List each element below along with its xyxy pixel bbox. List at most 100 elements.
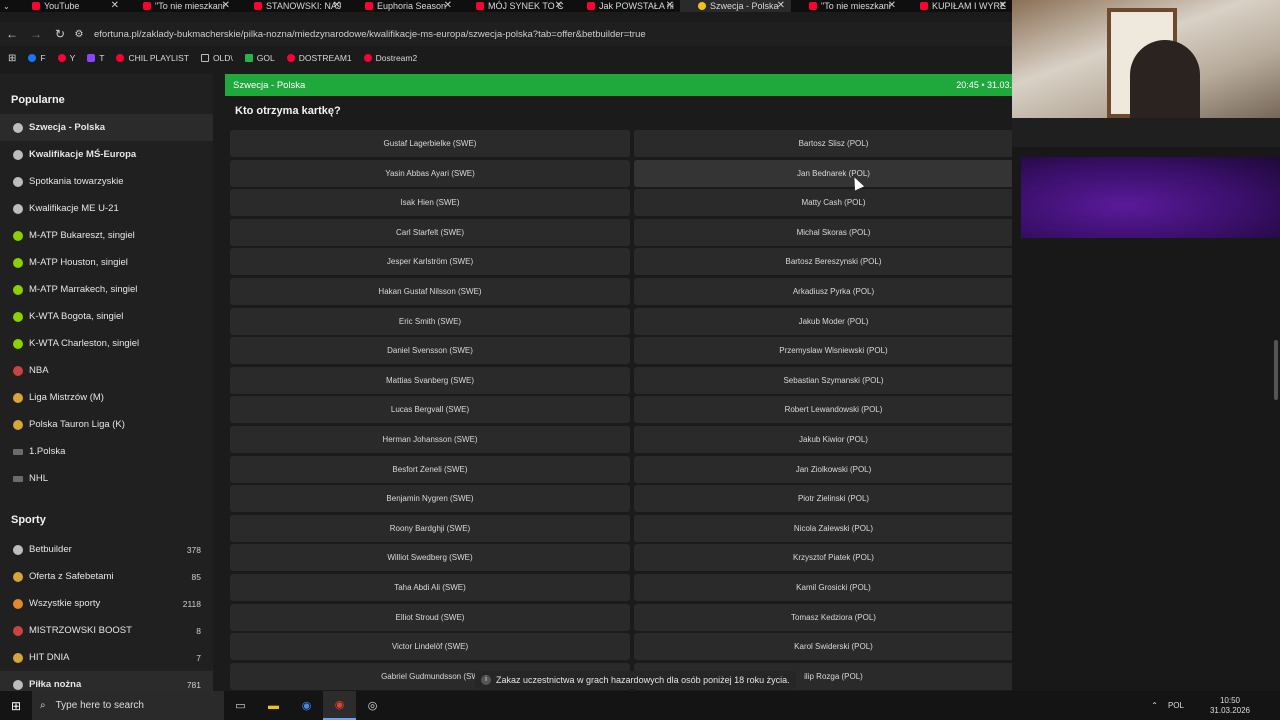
sidebar-item[interactable]: Wszystkie sporty 2118 — [0, 590, 213, 617]
player-option-button[interactable]: Elliot Stroud (SWE) — [230, 603, 630, 631]
sidebar-item[interactable]: Liga Mistrzów (M) — [0, 384, 213, 411]
browser-tab[interactable]: STANOWSKI: NAJ ✕ — [236, 0, 347, 12]
clock[interactable]: 10:50 31.03.2026 — [1210, 696, 1250, 716]
browser-tab[interactable]: Euphoria Season ✕ — [347, 0, 458, 12]
sidebar-item[interactable]: Szwecja - Polska — [0, 114, 213, 141]
player-option-button[interactable]: Mattias Svanberg (SWE) — [230, 366, 630, 394]
browser-tab[interactable]: Szwecja - Polska ✕ — [680, 0, 791, 12]
file-explorer-icon[interactable]: ▬ — [257, 691, 290, 720]
chrome-active-icon[interactable]: ◉ — [323, 691, 356, 720]
browser-tab[interactable]: MÓJ SYNEK TO C ✕ — [458, 0, 569, 12]
close-icon[interactable]: ✕ — [444, 0, 452, 12]
player-option-button[interactable]: Carl Starfelt (SWE) — [230, 218, 630, 246]
player-option-button[interactable]: Herman Johansson (SWE) — [230, 425, 630, 453]
sidebar-item[interactable]: Kwalifikacje ME U-21 — [0, 195, 213, 222]
player-option-button[interactable]: Sebastian Szymanski (POL) — [634, 366, 1012, 394]
player-option-button[interactable]: Jesper Karlström (SWE) — [230, 248, 630, 276]
close-icon[interactable]: ✕ — [111, 0, 119, 12]
player-option-button[interactable]: Robert Lewandowski (POL) — [634, 396, 1012, 424]
url-field[interactable]: efortuna.pl/zaklady-bukmacherskie/pilka-… — [94, 29, 646, 40]
close-icon[interactable]: ✕ — [222, 0, 230, 12]
sidebar-item[interactable]: Piłka nożna 781 — [0, 671, 213, 691]
windows-start-icon[interactable]: ⊞ — [0, 699, 32, 713]
browser-tab[interactable]: "To nie mieszkani ✕ — [125, 0, 236, 12]
sidebar-item[interactable]: Oferta z Safebetami 85 — [0, 563, 213, 590]
sidebar-item[interactable]: M-ATP Bukareszt, singiel — [0, 222, 213, 249]
player-option-button[interactable]: Jan Ziolkowski (POL) — [634, 455, 1012, 483]
bookmark-item[interactable]: Y — [57, 53, 75, 63]
sidebar-item[interactable]: HIT DNIA 7 — [0, 644, 213, 671]
sidebar-item[interactable]: M-ATP Marrakech, singiel — [0, 276, 213, 303]
sidebar-item[interactable]: NBA — [0, 357, 213, 384]
close-icon[interactable]: ✕ — [666, 0, 674, 12]
browser-tab[interactable]: YouTube ✕ — [14, 0, 125, 12]
player-option-button[interactable]: Kamil Grosicki (POL) — [634, 573, 1012, 601]
player-option-button[interactable]: Nicola Zalewski (POL) — [634, 514, 1012, 542]
browser-tab[interactable]: "To nie mieszkani ✕ — [791, 0, 902, 12]
bookmark-item[interactable]: CHIL PLAYLIST — [116, 53, 189, 63]
player-option-button[interactable]: Arkadiusz Pyrka (POL) — [634, 277, 1012, 305]
bookmark-item[interactable]: DOSTREAM1 — [286, 53, 352, 63]
bookmark-item[interactable]: Dostream2 — [363, 53, 417, 63]
obs-icon[interactable]: ◎ — [356, 691, 389, 720]
player-option-button[interactable]: Bartosz Slisz (POL) — [634, 130, 1012, 157]
forward-button[interactable]: → — [24, 27, 48, 41]
sidebar-item[interactable]: K-WTA Charleston, singiel — [0, 330, 213, 357]
tray-chevron-icon[interactable]: ⌃ — [1151, 701, 1158, 710]
player-option-button[interactable]: Victor Lindelöf (SWE) — [230, 633, 630, 661]
reload-button[interactable]: ↻ — [48, 27, 72, 41]
chrome-icon[interactable]: ◉ — [290, 691, 323, 720]
sidebar-item[interactable]: 1.Polska — [0, 438, 213, 465]
player-option-button[interactable]: Eric Smith (SWE) — [230, 307, 630, 335]
scrollbar[interactable] — [1274, 340, 1278, 400]
player-option-button[interactable]: Matty Cash (POL) — [634, 189, 1012, 217]
player-option-button[interactable]: Tomasz Kedziora (POL) — [634, 603, 1012, 631]
player-option-button[interactable]: Taha Abdi Ali (SWE) — [230, 573, 630, 601]
player-option-button[interactable]: Jan Bednarek (POL) — [634, 159, 1012, 187]
task-view-icon[interactable]: ▭ — [224, 691, 257, 720]
player-option-button[interactable]: Jakub Kiwior (POL) — [634, 425, 1012, 453]
player-option-button[interactable]: Lucas Bergvall (SWE) — [230, 396, 630, 424]
taskbar-search[interactable]: ⌕ Type here to search — [32, 691, 224, 720]
close-icon[interactable]: ✕ — [333, 0, 341, 12]
close-icon[interactable]: ✕ — [555, 0, 563, 12]
player-option-button[interactable]: Bartosz Bereszynski (POL) — [634, 248, 1012, 276]
player-option-button[interactable]: Gustaf Lagerbielke (SWE) — [230, 130, 630, 157]
player-option-button[interactable]: Isak Hien (SWE) — [230, 189, 630, 217]
bookmark-item[interactable]: GOL — [244, 53, 275, 63]
sidebar-item[interactable]: Kwalifikacje MŚ-Europa — [0, 141, 213, 168]
sidebar-item[interactable]: MISTRZOWSKI BOOST 8 — [0, 617, 213, 644]
player-option-button[interactable]: Besfort Zeneli (SWE) — [230, 455, 630, 483]
bookmark-item[interactable]: T — [87, 53, 104, 63]
player-option-button[interactable]: Przemyslaw Wisniewski (POL) — [634, 337, 1012, 365]
player-option-button[interactable]: Karol Swiderski (POL) — [634, 633, 1012, 661]
sidebar-item[interactable]: NHL — [0, 465, 213, 492]
player-option-button[interactable]: Hakan Gustaf Nilsson (SWE) — [230, 277, 630, 305]
player-option-button[interactable]: Piotr Zielinski (POL) — [634, 485, 1012, 513]
sidebar-item[interactable]: K-WTA Bogota, singiel — [0, 303, 213, 330]
apps-grid-icon[interactable]: ⊞ — [8, 53, 16, 64]
window-menu-button[interactable]: ⌄ — [0, 0, 14, 12]
player-option-button[interactable]: Krzysztof Piatek (POL) — [634, 544, 1012, 572]
player-option-button[interactable]: Roony Bardghji (SWE) — [230, 514, 630, 542]
sidebar-item[interactable]: Spotkania towarzyskie — [0, 168, 213, 195]
player-option-button[interactable]: Yasin Abbas Ayari (SWE) — [230, 159, 630, 187]
sidebar-item[interactable]: M-ATP Houston, singiel — [0, 249, 213, 276]
player-option-button[interactable]: Benjamin Nygren (SWE) — [230, 485, 630, 513]
close-icon[interactable]: ✕ — [888, 0, 896, 12]
language-indicator[interactable]: POL — [1168, 701, 1184, 710]
bookmark-item[interactable]: OLD\ — [200, 53, 233, 63]
back-button[interactable]: ← — [0, 27, 24, 41]
browser-tab[interactable]: KUPIŁAM I WYRE ✕ — [902, 0, 1013, 12]
browser-tab[interactable]: Jak POWSTAŁA ni ✕ — [569, 0, 680, 12]
close-icon[interactable]: ✕ — [999, 0, 1007, 12]
player-option-button[interactable]: Michal Skoras (POL) — [634, 218, 1012, 246]
close-icon[interactable]: ✕ — [777, 0, 785, 12]
sidebar-item[interactable]: Betbuilder 378 — [0, 536, 213, 563]
site-info-icon[interactable]: ⚙ — [72, 29, 86, 40]
sidebar-item[interactable]: Polska Tauron Liga (K) — [0, 411, 213, 438]
player-option-button[interactable]: Williot Swedberg (SWE) — [230, 544, 630, 572]
bookmark-item[interactable]: F — [28, 53, 46, 63]
player-option-button[interactable]: Daniel Svensson (SWE) — [230, 337, 630, 365]
player-option-button[interactable]: Jakub Moder (POL) — [634, 307, 1012, 335]
